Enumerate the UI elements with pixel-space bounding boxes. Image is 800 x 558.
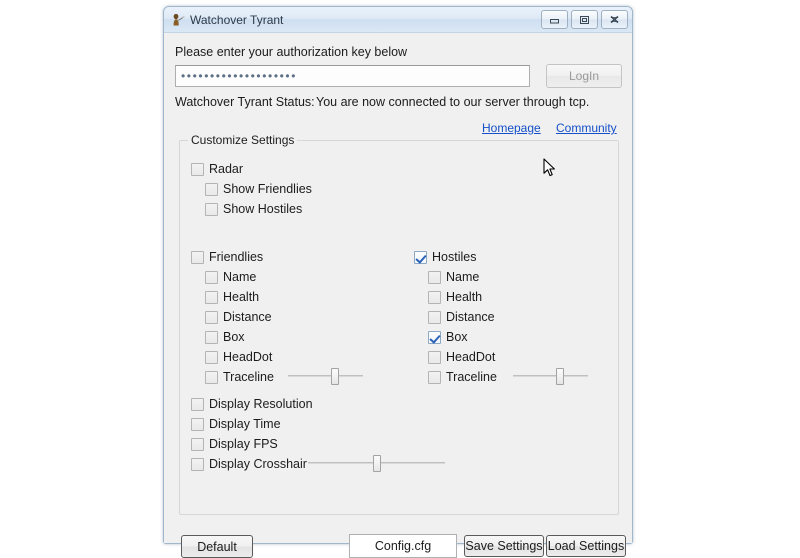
customize-settings-group: Customize Settings Radar Show Friendlies… bbox=[179, 140, 619, 515]
checkbox-radar[interactable]: Radar bbox=[191, 161, 243, 177]
community-link[interactable]: Community bbox=[556, 121, 617, 135]
checkbox-label: Distance bbox=[223, 310, 272, 324]
checkbox-hostiles-headdot[interactable]: HeadDot bbox=[428, 349, 495, 365]
slider-hostiles-traceline[interactable] bbox=[513, 367, 588, 385]
checkbox-box-icon bbox=[191, 438, 204, 451]
application-window: Watchover Tyrant Please bbox=[163, 6, 633, 544]
title-bar[interactable]: Watchover Tyrant bbox=[164, 7, 632, 33]
default-button[interactable]: Default bbox=[181, 535, 253, 558]
checkbox-label: Friendlies bbox=[209, 250, 263, 264]
checkbox-label: Health bbox=[446, 290, 482, 304]
window-controls bbox=[541, 10, 628, 29]
homepage-link[interactable]: Homepage bbox=[482, 121, 541, 135]
config-filename-field[interactable]: Config.cfg bbox=[349, 534, 457, 558]
checkbox-box-icon bbox=[428, 371, 441, 384]
checkbox-show-friendlies[interactable]: Show Friendlies bbox=[205, 181, 312, 197]
checkbox-label: Display Resolution bbox=[209, 397, 313, 411]
checkbox-display-resolution[interactable]: Display Resolution bbox=[191, 396, 313, 412]
checkbox-label: Health bbox=[223, 290, 259, 304]
checkbox-friendlies-headdot[interactable]: HeadDot bbox=[205, 349, 272, 365]
checkbox-box-icon bbox=[205, 183, 218, 196]
slider-track bbox=[288, 375, 363, 377]
checkbox-label: Traceline bbox=[446, 370, 497, 384]
checkbox-label: Display Time bbox=[209, 417, 281, 431]
checkbox-display-time[interactable]: Display Time bbox=[191, 416, 281, 432]
checkbox-box-icon bbox=[191, 163, 204, 176]
checkbox-label: Box bbox=[223, 330, 245, 344]
checkbox-label: Name bbox=[223, 270, 256, 284]
checkbox-box-icon bbox=[191, 398, 204, 411]
auth-prompt-label: Please enter your authorization key belo… bbox=[175, 45, 407, 59]
checkbox-friendlies-distance[interactable]: Distance bbox=[205, 309, 272, 325]
authorization-key-input[interactable]: •••••••••••••••••••• bbox=[175, 65, 530, 87]
checkbox-label: Radar bbox=[209, 162, 243, 176]
checkbox-box-icon bbox=[428, 311, 441, 324]
client-area: Please enter your authorization key belo… bbox=[164, 33, 632, 543]
checkbox-box-icon bbox=[428, 291, 441, 304]
slider-thumb[interactable] bbox=[373, 455, 381, 472]
window-title: Watchover Tyrant bbox=[190, 13, 283, 27]
checkbox-label: Hostiles bbox=[432, 250, 476, 264]
checkbox-hostiles-box[interactable]: Box bbox=[428, 329, 468, 345]
checkbox-show-hostiles[interactable]: Show Hostiles bbox=[205, 201, 302, 217]
checkbox-box-icon bbox=[414, 251, 427, 264]
checkbox-label: Box bbox=[446, 330, 468, 344]
app-figure-icon bbox=[170, 12, 186, 28]
checkbox-box-icon bbox=[191, 458, 204, 471]
checkbox-box-icon bbox=[205, 331, 218, 344]
checkbox-label: HeadDot bbox=[446, 350, 495, 364]
slider-friendlies-traceline[interactable] bbox=[288, 367, 363, 385]
checkbox-hostiles-name[interactable]: Name bbox=[428, 269, 479, 285]
checkbox-box-icon bbox=[205, 371, 218, 384]
slider-track bbox=[513, 375, 588, 377]
checkbox-box-icon bbox=[191, 418, 204, 431]
checkbox-label: Display Crosshair bbox=[209, 457, 307, 471]
checkbox-hostiles[interactable]: Hostiles bbox=[414, 249, 476, 265]
group-title: Customize Settings bbox=[188, 133, 297, 147]
checkbox-hostiles-health[interactable]: Health bbox=[428, 289, 482, 305]
save-settings-button[interactable]: Save Settings bbox=[464, 535, 544, 557]
checkbox-hostiles-traceline[interactable]: Traceline bbox=[428, 369, 497, 385]
checkbox-box-icon bbox=[205, 203, 218, 216]
checkbox-friendlies-name[interactable]: Name bbox=[205, 269, 256, 285]
checkbox-friendlies-box[interactable]: Box bbox=[205, 329, 245, 345]
checkbox-friendlies-health[interactable]: Health bbox=[205, 289, 259, 305]
checkbox-hostiles-distance[interactable]: Distance bbox=[428, 309, 495, 325]
close-icon[interactable] bbox=[601, 10, 628, 29]
checkbox-box-icon bbox=[205, 311, 218, 324]
load-settings-button[interactable]: Load Settings bbox=[546, 535, 626, 557]
checkbox-friendlies[interactable]: Friendlies bbox=[191, 249, 263, 265]
checkbox-box-icon bbox=[205, 291, 218, 304]
restore-icon[interactable] bbox=[571, 10, 598, 29]
login-button[interactable]: LogIn bbox=[546, 64, 622, 88]
slider-thumb[interactable] bbox=[331, 368, 339, 385]
checkbox-box-icon bbox=[428, 271, 441, 284]
status-label: Watchover Tyrant Status: bbox=[175, 95, 315, 109]
checkbox-label: Display FPS bbox=[209, 437, 278, 451]
minimize-icon[interactable] bbox=[541, 10, 568, 29]
status-value: You are now connected to our server thro… bbox=[316, 95, 589, 109]
checkbox-box-icon bbox=[205, 271, 218, 284]
checkbox-label: HeadDot bbox=[223, 350, 272, 364]
checkbox-box-icon bbox=[191, 251, 204, 264]
checkbox-display-crosshair[interactable]: Display Crosshair bbox=[191, 456, 307, 472]
checkbox-box-icon bbox=[428, 351, 441, 364]
checkbox-box-icon bbox=[428, 331, 441, 344]
checkbox-display-fps[interactable]: Display FPS bbox=[191, 436, 278, 452]
checkbox-label: Distance bbox=[446, 310, 495, 324]
checkbox-friendlies-traceline[interactable]: Traceline bbox=[205, 369, 274, 385]
checkbox-label: Traceline bbox=[223, 370, 274, 384]
checkbox-label: Show Friendlies bbox=[223, 182, 312, 196]
slider-display-crosshair[interactable] bbox=[308, 454, 445, 472]
checkbox-label: Show Hostiles bbox=[223, 202, 302, 216]
checkbox-box-icon bbox=[205, 351, 218, 364]
slider-thumb[interactable] bbox=[556, 368, 564, 385]
checkbox-label: Name bbox=[446, 270, 479, 284]
